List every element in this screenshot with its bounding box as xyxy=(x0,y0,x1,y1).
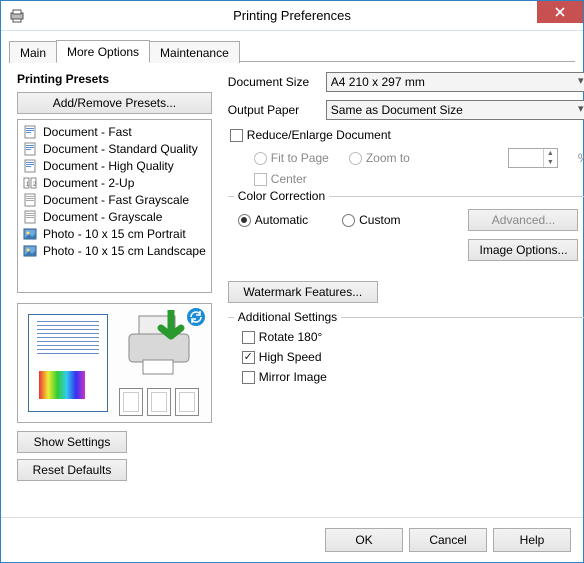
show-settings-button[interactable]: Show Settings xyxy=(17,431,127,453)
zoom-to-radio xyxy=(349,152,362,165)
preset-item[interactable]: Photo - 10 x 15 cm Landscape xyxy=(22,242,207,259)
close-button[interactable] xyxy=(537,1,583,23)
preview-box xyxy=(17,303,212,423)
preset-item-label: Document - Fast xyxy=(43,125,132,139)
center-checkbox xyxy=(254,173,267,186)
preset-item-label: Document - 2-Up xyxy=(43,176,134,190)
tabs: Main More Options Maintenance xyxy=(9,39,575,62)
ok-button[interactable]: OK xyxy=(325,528,403,552)
tab-maintenance[interactable]: Maintenance xyxy=(149,41,240,63)
titlebar: Printing Preferences xyxy=(1,1,583,31)
preset-item-label: Photo - 10 x 15 cm Landscape xyxy=(43,244,206,258)
zoom-to-label: Zoom to xyxy=(366,151,410,165)
preset-item-label: Photo - 10 x 15 cm Portrait xyxy=(43,227,186,241)
mirror-image-label: Mirror Image xyxy=(259,370,327,384)
reduce-enlarge-label: Reduce/Enlarge Document xyxy=(247,128,391,142)
automatic-radio[interactable] xyxy=(238,214,251,227)
window-title: Printing Preferences xyxy=(1,8,583,23)
output-paper-label: Output Paper xyxy=(228,103,318,117)
dialog-footer: OK Cancel Help xyxy=(1,517,583,562)
gray-icon xyxy=(23,193,37,207)
preset-item[interactable]: Document - Fast xyxy=(22,123,207,140)
center-label: Center xyxy=(271,172,307,186)
advanced-button: Advanced... xyxy=(468,209,578,231)
preset-item[interactable]: 12 Document - 2-Up xyxy=(22,174,207,191)
percent-label: % xyxy=(578,151,584,165)
high-speed-label: High Speed xyxy=(259,350,322,364)
preset-item[interactable]: Document - High Quality xyxy=(22,157,207,174)
custom-label: Custom xyxy=(359,213,400,227)
gray-icon xyxy=(23,210,37,224)
photo-icon xyxy=(23,227,37,241)
rotate-180-checkbox[interactable] xyxy=(242,331,255,344)
high-speed-checkbox[interactable] xyxy=(242,351,255,364)
printing-preferences-dialog: Printing Preferences Main More Options M… xyxy=(0,0,584,563)
color-correction-legend: Color Correction xyxy=(234,189,329,203)
doc-icon xyxy=(23,142,37,156)
custom-radio[interactable] xyxy=(342,214,355,227)
watermark-features-button[interactable]: Watermark Features... xyxy=(228,281,378,303)
collate-icons xyxy=(119,388,199,416)
help-button[interactable]: Help xyxy=(493,528,571,552)
additional-settings-group: Additional Settings Rotate 180° High Spe… xyxy=(228,317,584,394)
2up-icon: 12 xyxy=(23,176,37,190)
photo-icon xyxy=(23,244,37,258)
preview-page-icon xyxy=(28,314,108,412)
cancel-button[interactable]: Cancel xyxy=(409,528,487,552)
rotate-180-label: Rotate 180° xyxy=(259,330,323,344)
tab-main[interactable]: Main xyxy=(9,41,57,63)
preset-list: Document - Fast Document - Standard Quali… xyxy=(17,119,212,293)
preset-item-label: Document - High Quality xyxy=(43,159,174,173)
color-correction-group: Color Correction Automatic Custom Advanc… xyxy=(228,196,584,271)
zoom-value-stepper: ▲▼ xyxy=(508,148,558,168)
image-options-button[interactable]: Image Options... xyxy=(468,239,578,261)
fit-to-page-label: Fit to Page xyxy=(271,151,329,165)
printing-presets-heading: Printing Presets xyxy=(17,72,212,86)
doc-icon xyxy=(23,159,37,173)
tab-more-options[interactable]: More Options xyxy=(56,40,150,63)
fit-to-page-radio xyxy=(254,152,267,165)
document-size-select[interactable]: A4 210 x 297 mm xyxy=(326,72,584,92)
output-paper-select[interactable]: Same as Document Size xyxy=(326,100,584,120)
doc-icon xyxy=(23,125,37,139)
preset-item-label: Document - Fast Grayscale xyxy=(43,193,189,207)
additional-settings-legend: Additional Settings xyxy=(234,310,341,324)
printer-icon xyxy=(9,8,25,24)
preset-item-label: Document - Standard Quality xyxy=(43,142,198,156)
mirror-image-checkbox[interactable] xyxy=(242,371,255,384)
preset-item[interactable]: Document - Standard Quality xyxy=(22,140,207,157)
automatic-label: Automatic xyxy=(255,213,308,227)
document-size-label: Document Size xyxy=(228,75,318,89)
sync-icon xyxy=(187,308,205,326)
preset-item-label: Document - Grayscale xyxy=(43,210,162,224)
reset-defaults-button[interactable]: Reset Defaults xyxy=(17,459,127,481)
preset-item[interactable]: Document - Grayscale xyxy=(22,208,207,225)
add-remove-presets-button[interactable]: Add/Remove Presets... xyxy=(17,92,212,114)
preset-item[interactable]: Photo - 10 x 15 cm Portrait xyxy=(22,225,207,242)
reduce-enlarge-checkbox[interactable] xyxy=(230,129,243,142)
preset-item[interactable]: Document - Fast Grayscale xyxy=(22,191,207,208)
